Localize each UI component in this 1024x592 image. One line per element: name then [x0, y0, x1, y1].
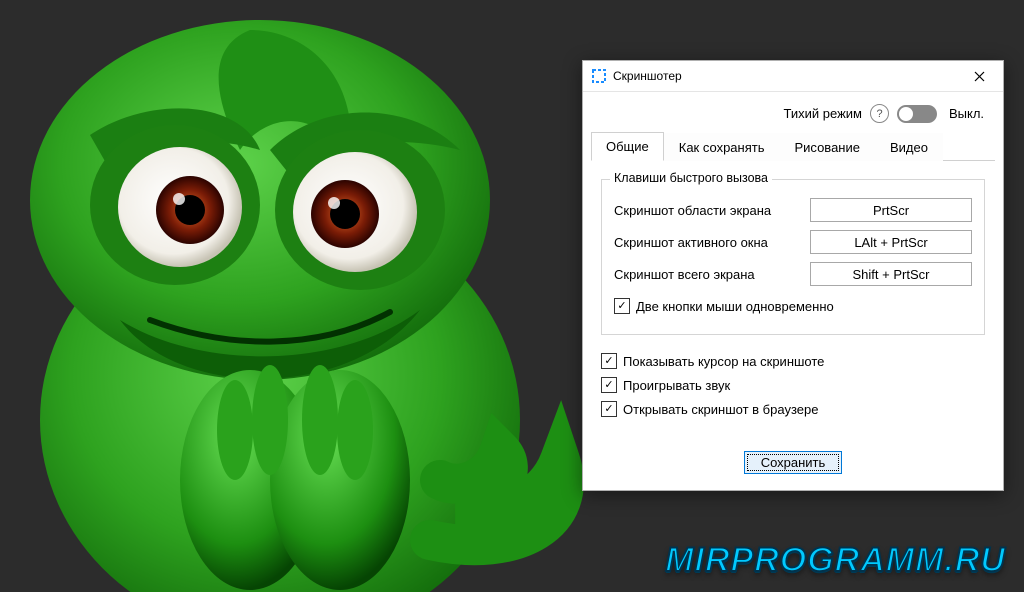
both-mouse-checkbox[interactable]: ✓: [614, 298, 630, 314]
window-title: Скриншотер: [613, 69, 959, 83]
quiet-mode-row: Тихий режим ? Выкл.: [583, 92, 1003, 131]
hotkey-row-area: Скриншот области экрана PrtScr: [614, 198, 972, 222]
hotkey-input-window[interactable]: LAlt + PrtScr: [810, 230, 972, 254]
option-row-cursor: ✓ Показывать курсор на скриншоте: [601, 353, 985, 369]
app-icon: [591, 68, 607, 84]
tab-saving[interactable]: Как сохранять: [664, 133, 780, 161]
settings-dialog: Скриншотер Тихий режим ? Выкл. Общие Как…: [582, 60, 1004, 491]
close-button[interactable]: [959, 61, 999, 91]
help-icon[interactable]: ?: [870, 104, 889, 123]
hotkey-input-area[interactable]: PrtScr: [810, 198, 972, 222]
hotkey-label-window: Скриншот активного окна: [614, 235, 810, 250]
both-mouse-row: ✓ Две кнопки мыши одновременно: [614, 298, 972, 314]
close-icon: [974, 71, 985, 82]
dialog-footer: Сохранить: [583, 441, 1003, 490]
option-checkbox-browser[interactable]: ✓: [601, 401, 617, 417]
hotkeys-legend: Клавиши быстрого вызова: [610, 171, 772, 185]
tabs: Общие Как сохранять Рисование Видео: [591, 131, 995, 161]
save-button[interactable]: Сохранить: [744, 451, 843, 474]
option-label-browser: Открывать скриншот в браузере: [623, 402, 818, 417]
hotkey-input-fullscreen[interactable]: Shift + PrtScr: [810, 262, 972, 286]
quiet-mode-state: Выкл.: [949, 106, 987, 121]
hotkey-row-fullscreen: Скриншот всего экрана Shift + PrtScr: [614, 262, 972, 286]
stage: Скриншотер Тихий режим ? Выкл. Общие Как…: [0, 0, 1024, 592]
tab-general[interactable]: Общие: [591, 132, 664, 161]
tab-panel-general: Клавиши быстрого вызова Скриншот области…: [583, 161, 1003, 441]
option-label-cursor: Показывать курсор на скриншоте: [623, 354, 824, 369]
hotkey-row-window: Скриншот активного окна LAlt + PrtScr: [614, 230, 972, 254]
option-row-browser: ✓ Открывать скриншот в браузере: [601, 401, 985, 417]
tab-drawing[interactable]: Рисование: [780, 133, 875, 161]
chameleon-illustration: [0, 0, 600, 592]
option-row-sound: ✓ Проигрывать звук: [601, 377, 985, 393]
both-mouse-label: Две кнопки мыши одновременно: [636, 299, 834, 314]
tab-video[interactable]: Видео: [875, 133, 943, 161]
option-checkbox-cursor[interactable]: ✓: [601, 353, 617, 369]
option-checkbox-sound[interactable]: ✓: [601, 377, 617, 393]
hotkey-label-fullscreen: Скриншот всего экрана: [614, 267, 810, 282]
quiet-mode-label: Тихий режим: [784, 106, 862, 121]
quiet-mode-toggle[interactable]: [897, 105, 937, 123]
titlebar[interactable]: Скриншотер: [583, 61, 1003, 92]
watermark-text: MIRPROGRAMM.RU: [665, 541, 1006, 580]
hotkey-label-area: Скриншот области экрана: [614, 203, 810, 218]
hotkeys-group: Клавиши быстрого вызова Скриншот области…: [601, 179, 985, 335]
option-label-sound: Проигрывать звук: [623, 378, 730, 393]
